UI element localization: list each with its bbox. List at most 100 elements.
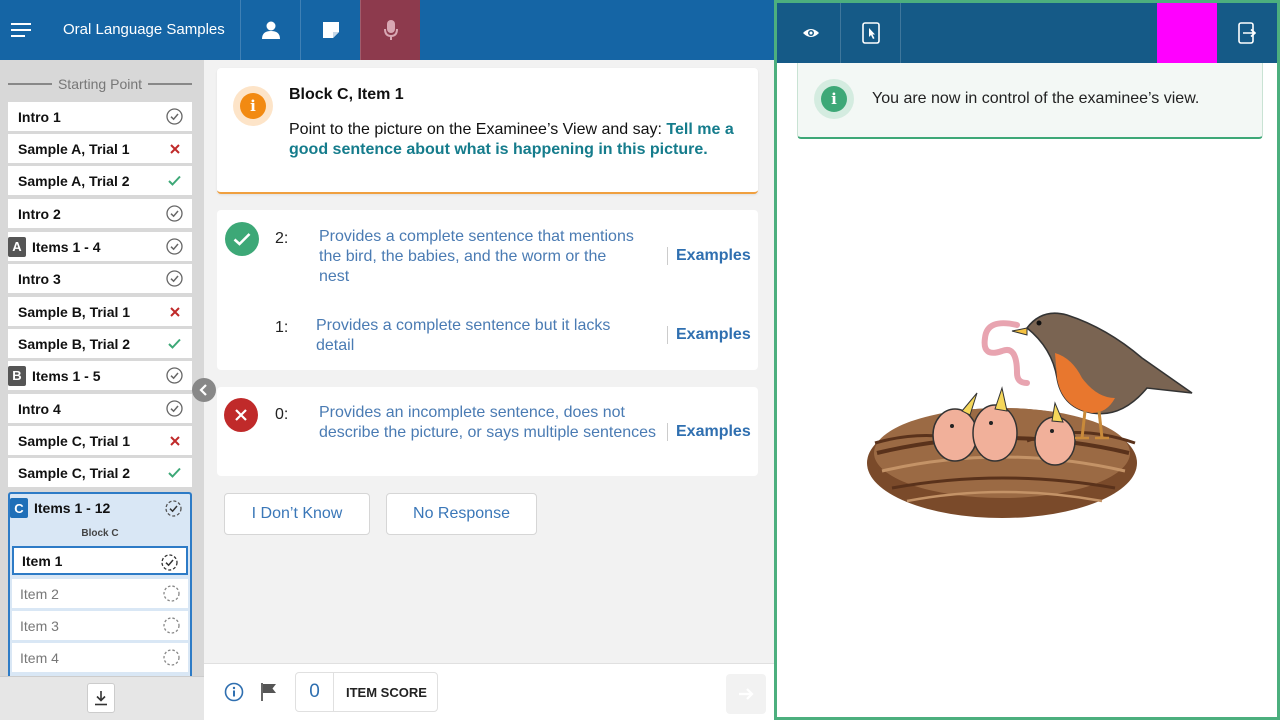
download-button[interactable] (87, 683, 115, 713)
sidebar-footer (0, 676, 204, 720)
sidebar-item-label: Sample C, Trial 1 (18, 432, 131, 449)
sidebar-item-label: Item 3 (20, 617, 59, 634)
check-mark-icon (166, 464, 183, 481)
menu-button[interactable] (0, 0, 42, 60)
examples-link-2[interactable]: Examples (667, 247, 751, 265)
no-response-button[interactable]: No Response (386, 493, 537, 535)
sidebar-item-intro-2[interactable]: Intro 2 (8, 199, 192, 228)
sidebar-item-sample-a-trial-1[interactable]: Sample A, Trial 1 (8, 134, 192, 163)
dont-know-button[interactable]: I Don’t Know (224, 493, 370, 535)
sidebar-item-item-4[interactable]: Item 4 (12, 643, 188, 672)
sidebar-item-block-c[interactable]: C Items 1 - 12 (10, 494, 190, 522)
score-value-2: 2: (275, 230, 289, 247)
sidebar-item-label: Item 4 (20, 649, 59, 666)
score-0-button[interactable] (224, 398, 258, 432)
examples-link-0[interactable]: Examples (667, 423, 751, 441)
check-circle-icon (166, 108, 183, 125)
arrow-right-icon (739, 688, 754, 700)
control-view-button[interactable] (841, 3, 901, 63)
check-circle-icon (166, 205, 183, 222)
tablet-touch-icon (861, 22, 880, 44)
app-title: Oral Language Samples (63, 21, 225, 38)
starting-point-header: Starting Point (8, 74, 192, 94)
next-button[interactable] (726, 674, 766, 714)
tablet-exit-icon (1238, 22, 1256, 44)
sidebar-item-item-2[interactable]: Item 2 (12, 579, 188, 608)
download-icon (95, 691, 107, 706)
score-value-0: 0: (275, 406, 289, 423)
sidebar-item-intro-4[interactable]: Intro 4 (8, 394, 192, 423)
examinee-info-button[interactable] (240, 0, 300, 60)
check-circle-icon (166, 400, 183, 417)
score-card-correct: 2: Provides a complete sentence that men… (217, 210, 758, 370)
sidebar-item-sample-a-trial-2[interactable]: Sample A, Trial 2 (8, 166, 192, 195)
prompt-card: i Block C, Item 1 Point to the picture o… (217, 68, 758, 194)
info-icon[interactable] (224, 682, 244, 707)
hamburger-icon (11, 23, 31, 37)
sidebar-item-item-1[interactable]: Item 1 (12, 546, 188, 575)
item-score: 0 ITEM SCORE (295, 672, 438, 712)
prompt-instruction: Point to the picture on the Examinee’s V… (289, 121, 667, 138)
sidebar-item-item-3[interactable]: Item 3 (12, 611, 188, 640)
score-description-2[interactable]: Provides a complete sentence that mentio… (319, 227, 639, 287)
preview-button[interactable] (781, 3, 841, 63)
score-description-1[interactable]: Provides a complete sentence but it lack… (316, 316, 646, 356)
exit-view-button[interactable] (1217, 3, 1277, 63)
x-mark-icon (166, 140, 183, 157)
sidebar-item-sample-c-trial-1[interactable]: Sample C, Trial 1 (8, 426, 192, 455)
examples-link-1[interactable]: Examples (667, 326, 751, 344)
eye-icon (802, 29, 819, 37)
in-progress-icon (161, 554, 178, 574)
person-icon (261, 21, 280, 39)
pending-circle-icon (163, 585, 180, 605)
sidebar-list: Intro 1 Sample A, Trial 1 Sample A, Tria… (8, 102, 192, 676)
collapse-sidebar-button[interactable] (192, 378, 216, 402)
notice-text: You are now in control of the examinee’s… (872, 90, 1200, 107)
examinee-toolbar (777, 3, 1277, 63)
sidebar-item-label: Items 1 - 4 (32, 238, 101, 255)
score-card-incorrect: 0: Provides an incomplete sentence, does… (217, 387, 758, 476)
divider (8, 83, 52, 85)
check-icon (233, 233, 251, 246)
score-2-button[interactable] (225, 222, 259, 256)
prompt-title: Block C, Item 1 (289, 86, 404, 103)
pending-circle-icon (163, 649, 180, 669)
sidebar-item-label: Sample A, Trial 1 (18, 140, 130, 157)
footer-bar: 0 ITEM SCORE (204, 663, 774, 720)
check-mark-icon (166, 172, 183, 189)
sidebar-item-intro-3[interactable]: Intro 3 (8, 264, 192, 293)
sidebar-item-sample-b-trial-2[interactable]: Sample B, Trial 2 (8, 329, 192, 358)
sidebar-item-label: Sample B, Trial 2 (18, 335, 131, 352)
sidebar-item-block-b[interactable]: B Items 1 - 5 (8, 361, 192, 390)
sidebar-item-label: Intro 4 (18, 400, 61, 417)
check-circle-icon (166, 367, 183, 384)
item-score-value: 0 (296, 673, 334, 711)
chevron-left-icon (199, 384, 207, 396)
info-icon: i (233, 86, 273, 126)
main-panel: i Block C, Item 1 Point to the picture o… (204, 60, 774, 720)
sidebar-item-label: Sample C, Trial 2 (18, 464, 131, 481)
sidebar-item-label: Sample A, Trial 2 (18, 172, 130, 189)
control-notice: i You are now in control of the examinee… (797, 63, 1263, 139)
close-icon (235, 409, 247, 421)
sidebar-item-sample-b-trial-1[interactable]: Sample B, Trial 1 (8, 297, 192, 326)
info-icon: i (814, 79, 854, 119)
block-badge: A (8, 236, 26, 257)
examinee-view-panel: i You are now in control of the examinee… (774, 0, 1280, 720)
sidebar: Starting Point Intro 1 Sample A, Trial 1… (0, 60, 204, 720)
sidebar-item-sample-c-trial-2[interactable]: Sample C, Trial 2 (8, 458, 192, 487)
check-circle-icon (166, 270, 183, 287)
bird-nest-picture (867, 312, 1193, 518)
score-description-0[interactable]: Provides an incomplete sentence, does no… (319, 403, 659, 443)
sidebar-item-intro-1[interactable]: Intro 1 (8, 102, 192, 131)
flag-icon[interactable] (260, 682, 278, 707)
sidebar-item-block-a[interactable]: A Items 1 - 4 (8, 232, 192, 261)
starting-point-label: Starting Point (57, 76, 143, 92)
notes-button[interactable] (300, 0, 360, 60)
block-c-group: C Items 1 - 12 Block C Item 1 Item 2 Ite… (8, 492, 192, 676)
divider (148, 83, 192, 85)
microphone-button[interactable] (360, 0, 420, 60)
sidebar-item-label: Intro 3 (18, 270, 61, 287)
microphone-icon (383, 20, 398, 40)
note-icon (322, 22, 339, 38)
